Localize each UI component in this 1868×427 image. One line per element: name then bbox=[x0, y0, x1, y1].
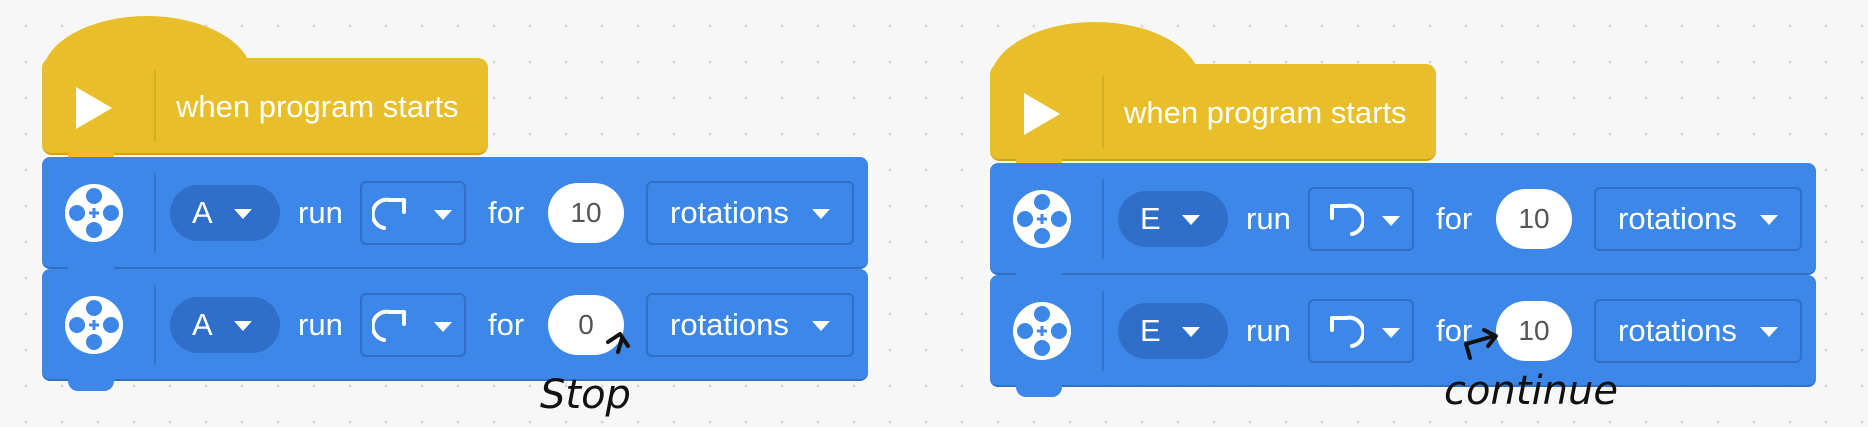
annotation-continue-text: continue bbox=[1444, 368, 1618, 414]
handwritten-annotations: Stop continue bbox=[540, 328, 1618, 418]
annotation-arrow bbox=[606, 332, 630, 354]
annotation-arrow bbox=[1464, 328, 1498, 360]
annotation-stop-text: Stop bbox=[540, 372, 631, 418]
